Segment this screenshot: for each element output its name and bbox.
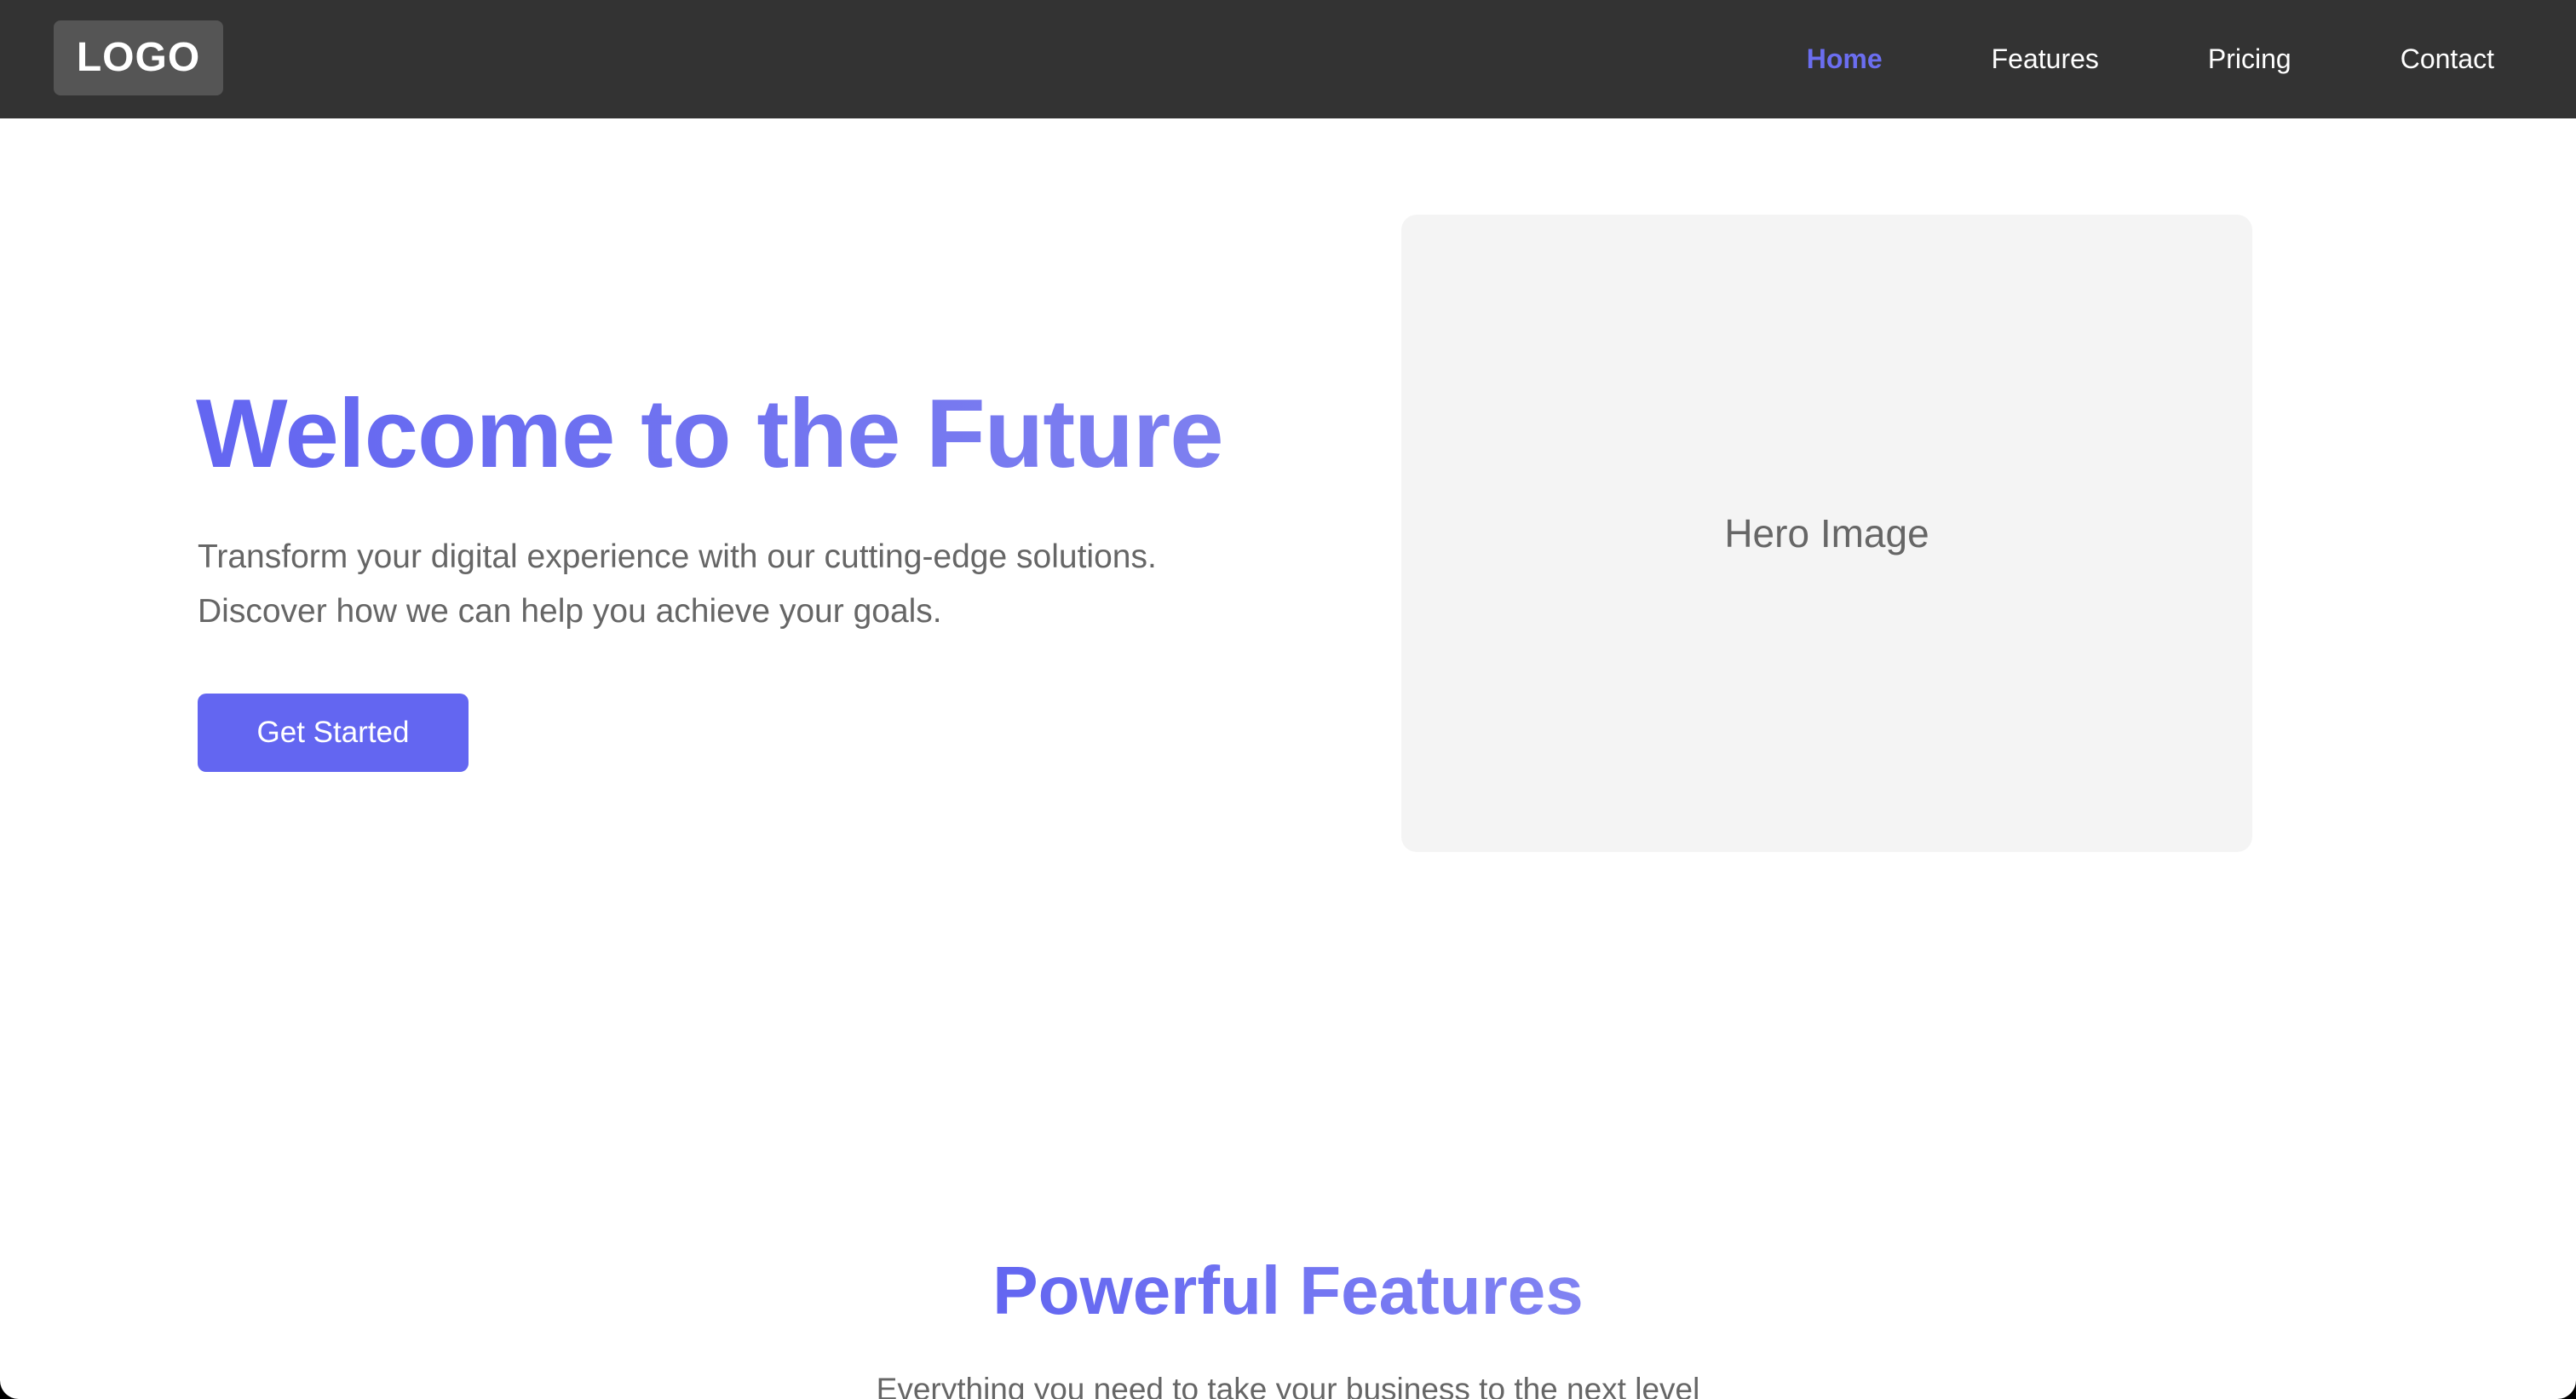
hero-subtitle: Transform your digital experience with o… (198, 538, 1157, 630)
nav-link-contact[interactable]: Contact (2401, 43, 2494, 75)
features-title: Powerful Features (0, 1244, 2576, 1338)
top-navbar: LOGO Home Features Pricing Contact (0, 0, 2576, 118)
logo[interactable]: LOGO (54, 20, 223, 95)
hero-image-label: Hero Image (1724, 511, 1929, 556)
get-started-button[interactable]: Get Started (198, 694, 469, 772)
landing-page: LOGO Home Features Pricing Contact Welco… (0, 0, 2576, 1399)
features-title-text: Powerful Features (992, 1252, 1584, 1328)
nav-links: Home Features Pricing Contact (1698, 0, 2494, 118)
nav-link-features[interactable]: Features (1992, 43, 2099, 75)
nav-link-pricing[interactable]: Pricing (2208, 43, 2291, 75)
hero-image-placeholder: Hero Image (1401, 215, 2252, 852)
features-subtitle: Everything you need to take your busines… (876, 1372, 1700, 1399)
nav-link-home[interactable]: Home (1807, 43, 1883, 75)
hero-title: Welcome to the Future (196, 375, 1224, 494)
